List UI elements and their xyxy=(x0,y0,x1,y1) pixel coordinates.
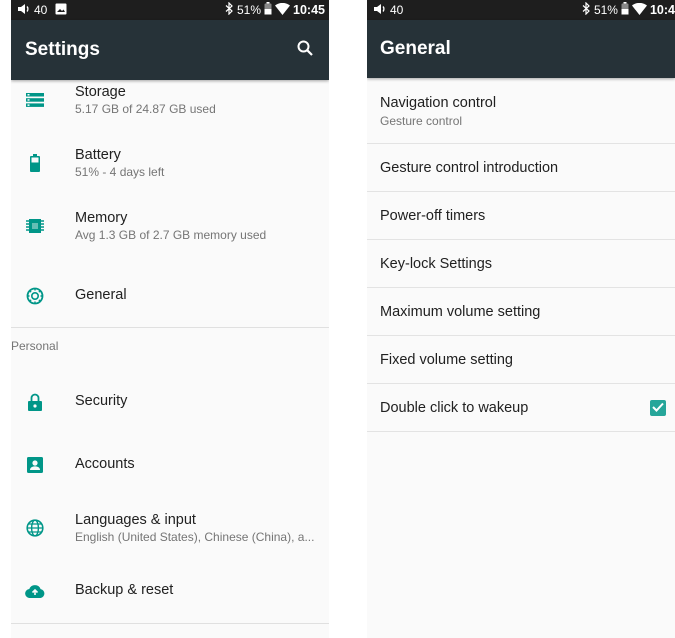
settings-item-title: Backup & reset xyxy=(75,582,174,598)
settings-item-security[interactable]: Security xyxy=(11,378,329,426)
general-item-title: Double click to wakeup xyxy=(380,399,529,416)
settings-item-summary: English (United States), Chinese (China)… xyxy=(75,530,315,544)
general-item-power-off-timers[interactable]: Power-off timers xyxy=(367,192,675,240)
volume-icon xyxy=(373,3,387,18)
volume-level: 40 xyxy=(390,3,404,17)
battery-percent: 51% xyxy=(236,3,262,17)
settings-item-general[interactable]: General xyxy=(11,272,329,320)
general-settings-icon xyxy=(25,286,45,306)
bluetooth-icon xyxy=(582,1,591,18)
wifi-icon xyxy=(631,2,647,18)
category-header-personal: Personal xyxy=(11,339,59,353)
battery-icon xyxy=(25,153,45,173)
page-title: General xyxy=(380,38,451,59)
general-item-key-lock-settings[interactable]: Key-lock Settings xyxy=(367,240,675,288)
settings-item-title: General xyxy=(75,287,127,303)
image-notification-icon xyxy=(55,3,67,18)
general-screen: 40 51% 10:4 General Navigation control G… xyxy=(367,0,675,638)
general-item-navigation-control[interactable]: Navigation control Gesture control xyxy=(367,80,675,144)
settings-item-title: Languages & input xyxy=(75,512,196,528)
app-bar: Settings xyxy=(11,20,329,80)
account-icon xyxy=(25,455,45,475)
memory-icon xyxy=(25,216,45,236)
volume-icon xyxy=(17,3,31,18)
battery-status-icon xyxy=(621,2,629,18)
battery-status-icon xyxy=(264,2,272,18)
settings-item-accounts[interactable]: Accounts xyxy=(11,441,329,489)
settings-item-storage[interactable]: Storage 5.17 GB of 24.87 GB used xyxy=(11,76,329,124)
divider xyxy=(11,623,329,624)
clock: 10:4 xyxy=(649,3,675,17)
general-item-title: Maximum volume setting xyxy=(380,303,541,320)
status-bar: 40 51% 10:4 xyxy=(367,0,675,20)
bluetooth-icon xyxy=(225,1,234,18)
volume-level: 40 xyxy=(34,3,48,17)
battery-percent: 51% xyxy=(593,3,618,17)
settings-item-summary: Avg 1.3 GB of 2.7 GB memory used xyxy=(75,228,267,242)
general-item-title: Power-off timers xyxy=(380,207,486,224)
divider xyxy=(11,327,329,328)
settings-item-title: Battery xyxy=(75,147,121,163)
search-button[interactable] xyxy=(285,30,325,70)
settings-item-backup-reset[interactable]: Backup & reset xyxy=(11,567,329,615)
general-item-double-click-wakeup[interactable]: Double click to wakeup xyxy=(367,384,675,432)
settings-item-languages-input[interactable]: Languages & input English (United States… xyxy=(11,504,329,552)
general-item-title: Navigation control xyxy=(380,95,497,111)
wifi-icon xyxy=(275,2,291,18)
settings-item-title: Memory xyxy=(75,210,128,226)
clock: 10:45 xyxy=(293,3,325,17)
cloud-upload-icon xyxy=(25,581,45,601)
general-item-title: Gesture control introduction xyxy=(380,159,559,176)
settings-item-title: Accounts xyxy=(75,456,135,472)
general-item-fixed-volume[interactable]: Fixed volume setting xyxy=(367,336,675,384)
settings-item-title: Storage xyxy=(75,84,126,100)
app-bar: General xyxy=(367,20,675,78)
settings-item-title: Security xyxy=(75,393,128,409)
lock-icon xyxy=(25,392,45,412)
double-click-wakeup-checkbox[interactable] xyxy=(650,399,666,417)
storage-icon xyxy=(25,90,45,110)
general-item-title: Key-lock Settings xyxy=(380,255,493,272)
status-bar: 40 51% 10:45 xyxy=(11,0,329,20)
general-item-summary: Gesture control xyxy=(380,114,463,128)
general-item-title: Fixed volume setting xyxy=(380,351,513,368)
general-item-maximum-volume[interactable]: Maximum volume setting xyxy=(367,288,675,336)
page-title: Settings xyxy=(25,39,100,60)
general-item-gesture-intro[interactable]: Gesture control introduction xyxy=(367,144,675,192)
settings-item-battery[interactable]: Battery 51% - 4 days left xyxy=(11,139,329,187)
globe-icon xyxy=(25,518,45,538)
settings-item-summary: 5.17 GB of 24.87 GB used xyxy=(75,102,216,116)
settings-screen: 40 51% 10:45 Settings Storage 5.17 GB of… xyxy=(11,0,329,638)
search-icon xyxy=(297,40,313,61)
checkmark-icon xyxy=(652,399,664,417)
settings-item-summary: 51% - 4 days left xyxy=(75,165,165,179)
settings-item-memory[interactable]: Memory Avg 1.3 GB of 2.7 GB memory used xyxy=(11,202,329,250)
